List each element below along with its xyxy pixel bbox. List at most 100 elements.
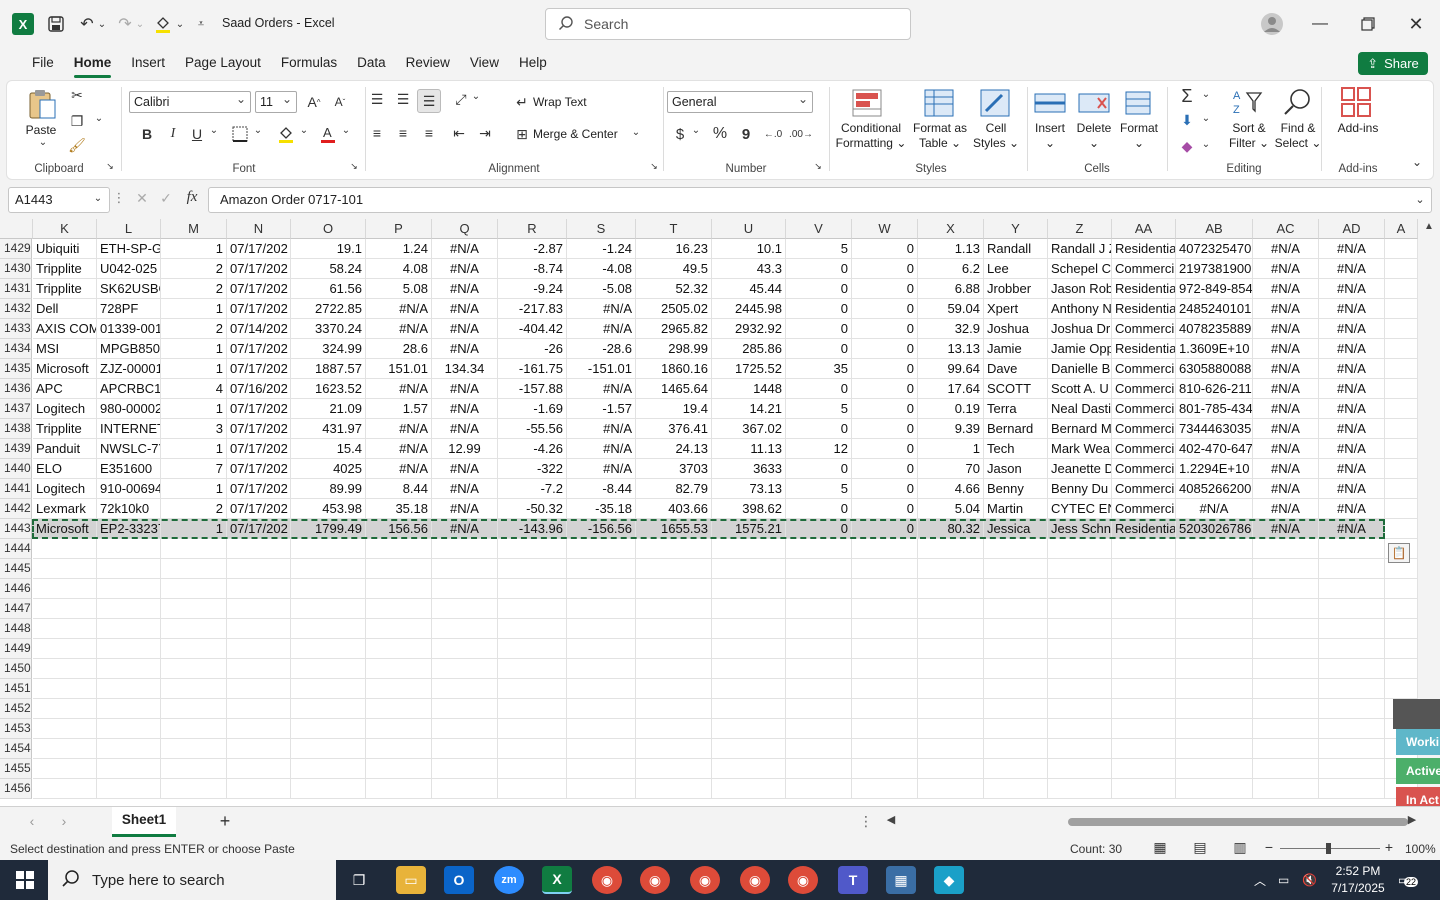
table-cell[interactable]: 1448 [712,379,786,399]
table-cell[interactable] [918,679,984,699]
table-cell[interactable]: 07/17/202 [227,299,291,319]
table-cell[interactable]: 4078235889 [1176,319,1253,339]
merge-center-button[interactable]: Merge & Center [533,127,618,142]
minimize-icon[interactable]: — [1305,10,1335,38]
table-cell[interactable] [1319,559,1385,579]
addins-button[interactable]: Add-ins [1323,121,1393,136]
table-cell[interactable] [161,639,227,659]
align-right-icon[interactable]: ≡ [419,123,439,143]
table-cell[interactable]: 1655.53 [636,519,712,539]
table-cell[interactable]: #N/A [1253,459,1319,479]
table-cell[interactable] [161,739,227,759]
table-cell[interactable] [33,619,97,639]
table-cell[interactable]: U042-025 [97,259,161,279]
table-cell[interactable] [97,539,161,559]
table-cell[interactable]: 972-849-854 [1176,279,1253,299]
table-cell[interactable] [1319,759,1385,779]
table-cell[interactable]: ZJZ-00001 [97,359,161,379]
table-cell[interactable] [918,579,984,599]
table-cell[interactable]: #N/A [1319,299,1385,319]
table-cell[interactable]: 2505.02 [636,299,712,319]
table-cell[interactable] [33,719,97,739]
table-cell[interactable] [161,579,227,599]
table-cell[interactable] [366,699,432,719]
zoom-slider-thumb[interactable] [1326,843,1331,854]
table-cell[interactable]: -217.83 [498,299,567,319]
table-cell[interactable] [786,559,852,579]
table-cell[interactable] [636,619,712,639]
table-cell[interactable]: Residentia [1112,339,1176,359]
column-header[interactable]: AB [1176,219,1253,239]
table-cell[interactable] [498,639,567,659]
table-cell[interactable]: #N/A [1253,519,1319,539]
table-cell[interactable] [1048,719,1112,739]
table-cell[interactable] [291,539,366,559]
table-cell[interactable] [852,539,918,559]
table-cell[interactable]: Commerci [1112,359,1176,379]
font-launcher-icon[interactable]: ↘ [349,161,359,172]
table-cell[interactable]: -157.88 [498,379,567,399]
table-cell[interactable] [852,639,918,659]
table-cell[interactable] [567,699,636,719]
table-cell[interactable]: SCOTT [984,379,1048,399]
table-cell[interactable] [918,619,984,639]
table-cell[interactable] [1048,619,1112,639]
table-cell[interactable]: 07/17/202 [227,479,291,499]
table-cell[interactable]: Tech [984,439,1048,459]
expand-formula-icon[interactable]: ⌄ [1414,193,1426,206]
table-cell[interactable] [432,719,498,739]
table-cell[interactable] [291,659,366,679]
table-cell[interactable] [1048,699,1112,719]
table-cell[interactable]: Residentia [1112,519,1176,539]
table-cell[interactable] [567,719,636,739]
table-cell[interactable] [1176,719,1253,739]
font-color-icon[interactable]: A [317,123,339,145]
table-cell[interactable]: 980-00002 [97,399,161,419]
table-cell[interactable]: #N/A [1253,419,1319,439]
zoom-out-icon[interactable]: − [1262,839,1276,855]
table-cell[interactable] [1385,679,1418,699]
table-cell[interactable]: 3370.24 [291,319,366,339]
table-cell[interactable] [366,599,432,619]
table-cell[interactable] [1176,599,1253,619]
table-cell[interactable] [1048,579,1112,599]
underline-dropdown-icon[interactable]: ⌄ [209,125,219,136]
table-cell[interactable]: 5.04 [918,499,984,519]
table-cell[interactable]: -156.56 [567,519,636,539]
chrome-icon-5[interactable]: ◉ [788,866,818,894]
table-cell[interactable] [567,619,636,639]
column-header[interactable]: X [918,219,984,239]
table-cell[interactable]: Lexmark [33,499,97,519]
table-cell[interactable] [498,759,567,779]
table-cell[interactable] [918,759,984,779]
table-cell[interactable]: -4.08 [567,259,636,279]
table-cell[interactable]: 07/16/202 [227,379,291,399]
table-cell[interactable] [1253,599,1319,619]
table-cell[interactable]: #N/A [1319,459,1385,479]
table-cell[interactable]: Randall [984,239,1048,259]
table-cell[interactable] [636,559,712,579]
table-cell[interactable]: #N/A [1253,399,1319,419]
table-cell[interactable] [1385,619,1418,639]
delete-cells-icon[interactable] [1077,87,1111,119]
table-cell[interactable]: Jessica [984,519,1048,539]
table-cell[interactable]: #N/A [432,519,498,539]
table-cell[interactable] [97,559,161,579]
table-cell[interactable]: 0 [852,439,918,459]
insert-cells-icon[interactable] [1033,87,1067,119]
clear-icon[interactable]: ◆ [1177,135,1197,157]
table-cell[interactable]: 2 [161,279,227,299]
redo-dropdown-icon[interactable]: ⌄ [134,12,146,36]
table-cell[interactable]: 1799.49 [291,519,366,539]
table-cell[interactable]: 910-00694 [97,479,161,499]
maximize-icon[interactable] [1353,10,1383,38]
table-cell[interactable] [227,559,291,579]
table-cell[interactable]: #N/A [432,259,498,279]
currency-icon[interactable]: $ [671,123,689,145]
table-cell[interactable] [1319,739,1385,759]
decrease-font-icon[interactable]: Aˇ [329,91,351,113]
table-cell[interactable] [498,559,567,579]
table-cell[interactable] [786,599,852,619]
table-cell[interactable] [984,779,1048,799]
table-cell[interactable]: Commerci [1112,319,1176,339]
